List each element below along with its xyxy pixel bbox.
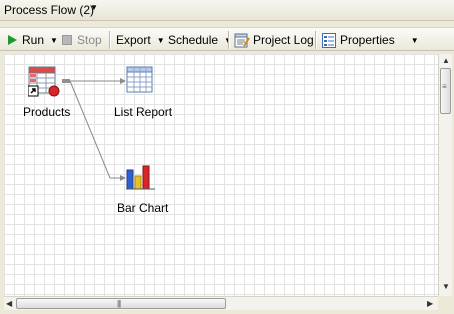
table-data-icon — [27, 66, 60, 97]
properties-button[interactable]: Properties ▼ — [322, 31, 419, 49]
vertical-scroll-thumb[interactable]: ≡ — [440, 68, 451, 114]
stop-icon — [62, 35, 72, 45]
run-label: Run — [22, 33, 45, 47]
node-label-bar-chart: Bar Chart — [117, 201, 169, 215]
properties-label: Properties — [340, 33, 395, 47]
node-products[interactable] — [27, 66, 60, 98]
project-log-icon — [234, 33, 250, 48]
stop-button[interactable]: Stop — [62, 31, 102, 49]
horizontal-scroll-thumb[interactable]: ||| — [16, 298, 226, 309]
project-log-label: Project Log — [253, 33, 314, 47]
node-list-report[interactable] — [126, 66, 154, 94]
toolbar-separator — [315, 31, 317, 49]
chevron-down-icon[interactable]: ▼ — [411, 36, 419, 45]
toolbar-separator — [228, 31, 230, 49]
node-label-products: Products — [23, 105, 71, 119]
list-report-icon — [126, 66, 153, 93]
chevron-down-icon[interactable]: ▼ — [90, 3, 98, 12]
play-icon — [8, 35, 17, 45]
grip-icon: ||| — [117, 299, 121, 308]
project-log-button[interactable]: Project Log — [234, 31, 314, 49]
connector-port[interactable] — [62, 79, 70, 83]
process-flow-title: Process Flow (2) — [4, 3, 95, 17]
process-flow-canvas[interactable]: Products List Report Bar Chart — [4, 54, 438, 296]
scroll-right-icon[interactable]: ▶ — [427, 299, 433, 308]
process-flow-tab[interactable]: Process Flow (2) ▼ — [0, 0, 454, 21]
toolbar-separator — [109, 31, 111, 49]
properties-icon — [322, 32, 336, 48]
stop-label: Stop — [77, 33, 102, 47]
export-label: Export — [116, 33, 151, 47]
flow-connectors — [62, 78, 126, 181]
scroll-down-icon[interactable]: ▼ — [442, 282, 450, 291]
horizontal-scrollbar[interactable]: ◀ ||| ▶ — [4, 296, 438, 310]
export-button[interactable]: Export ▼ — [116, 31, 165, 49]
scroll-up-icon[interactable]: ▲ — [442, 56, 450, 65]
chevron-down-icon[interactable]: ▼ — [157, 36, 165, 45]
scroll-left-icon[interactable]: ◀ — [6, 299, 12, 308]
scrollbar-corner — [438, 296, 452, 310]
run-button[interactable]: Run ▼ — [8, 31, 58, 49]
schedule-button[interactable]: Schedule ▼ — [168, 31, 232, 49]
connector-line[interactable] — [69, 80, 111, 179]
grip-icon: ≡ — [442, 82, 447, 91]
node-bar-chart[interactable] — [126, 162, 156, 190]
schedule-label: Schedule — [168, 33, 219, 47]
toolbar: Run ▼ Stop Export ▼ Schedule ▼ Project L… — [0, 27, 454, 51]
bar-chart-icon — [126, 165, 155, 190]
vertical-scrollbar[interactable]: ▲ ≡ ▼ — [438, 54, 452, 296]
node-label-list-report: List Report — [114, 105, 173, 119]
chevron-down-icon[interactable]: ▼ — [50, 36, 58, 45]
